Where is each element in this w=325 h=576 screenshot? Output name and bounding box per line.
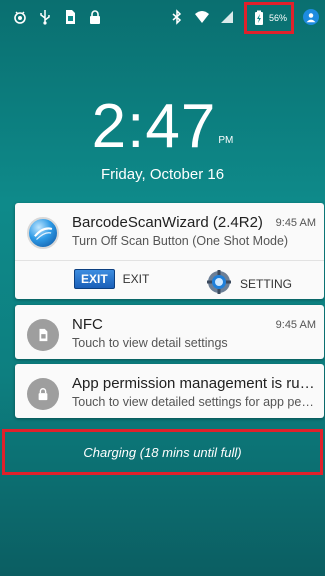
nfc-sim-icon (27, 319, 59, 351)
setting-action-label: SETTING (240, 276, 293, 291)
exit-badge-icon: EXIT (74, 269, 115, 289)
wifi-icon (194, 9, 210, 25)
notification-title: NFC (72, 316, 103, 333)
bluetooth-icon (169, 9, 185, 25)
exit-action-label: EXIT (122, 272, 150, 286)
notification-subtitle: Turn Off Scan Button (One Shot Mode) (72, 234, 289, 248)
lock-icon (87, 9, 103, 25)
notification-nfc[interactable]: NFC 9:45 AM Touch to view detail setting… (15, 305, 324, 359)
battery-indicator: 56% (243, 2, 294, 34)
clock-ampm: PM (218, 135, 234, 146)
card-divider (15, 260, 324, 261)
barcodescanwizard-app-icon (27, 217, 59, 249)
status-bar: 56% (0, 0, 325, 34)
notification-subtitle: Touch to view detail settings (72, 336, 228, 350)
notification-time: 9:45 AM (275, 217, 316, 229)
battery-percent: 56% (268, 13, 287, 23)
signal-icon (219, 9, 235, 25)
notification-time: 9:45 AM (275, 319, 316, 331)
usb-icon (37, 9, 53, 25)
notification-subtitle: Touch to view detailed settings for app … (72, 395, 317, 409)
notification-app-permission[interactable]: App permission management is running Tou… (15, 364, 324, 418)
charging-status: Charging (18 mins until full) (2, 429, 323, 475)
sim-card-icon (62, 9, 78, 25)
android-debug-icon (12, 9, 28, 25)
lockscreen-clock: 2:47 PM (0, 96, 325, 158)
clock-date: Friday, October 16 (100, 166, 225, 183)
notification-title: App permission management is running (72, 375, 317, 392)
status-bar-right: 56% (169, 0, 319, 34)
charging-text: Charging (18 mins until full) (83, 444, 242, 460)
exit-action-button[interactable]: EXIT EXIT (74, 269, 149, 289)
user-avatar-icon[interactable] (303, 9, 319, 25)
lock-icon (27, 378, 59, 410)
setting-action-button[interactable]: SETTING (206, 269, 292, 298)
notification-barcodescanwizard[interactable]: BarcodeScanWizard (2.4R2) 9:45 AM Turn O… (15, 203, 324, 299)
battery-charging-icon (251, 10, 267, 26)
gear-icon (206, 269, 232, 298)
clock-time: 2:47 (91, 92, 217, 161)
status-bar-left (12, 9, 103, 25)
notification-title: BarcodeScanWizard (2.4R2) (72, 214, 263, 231)
